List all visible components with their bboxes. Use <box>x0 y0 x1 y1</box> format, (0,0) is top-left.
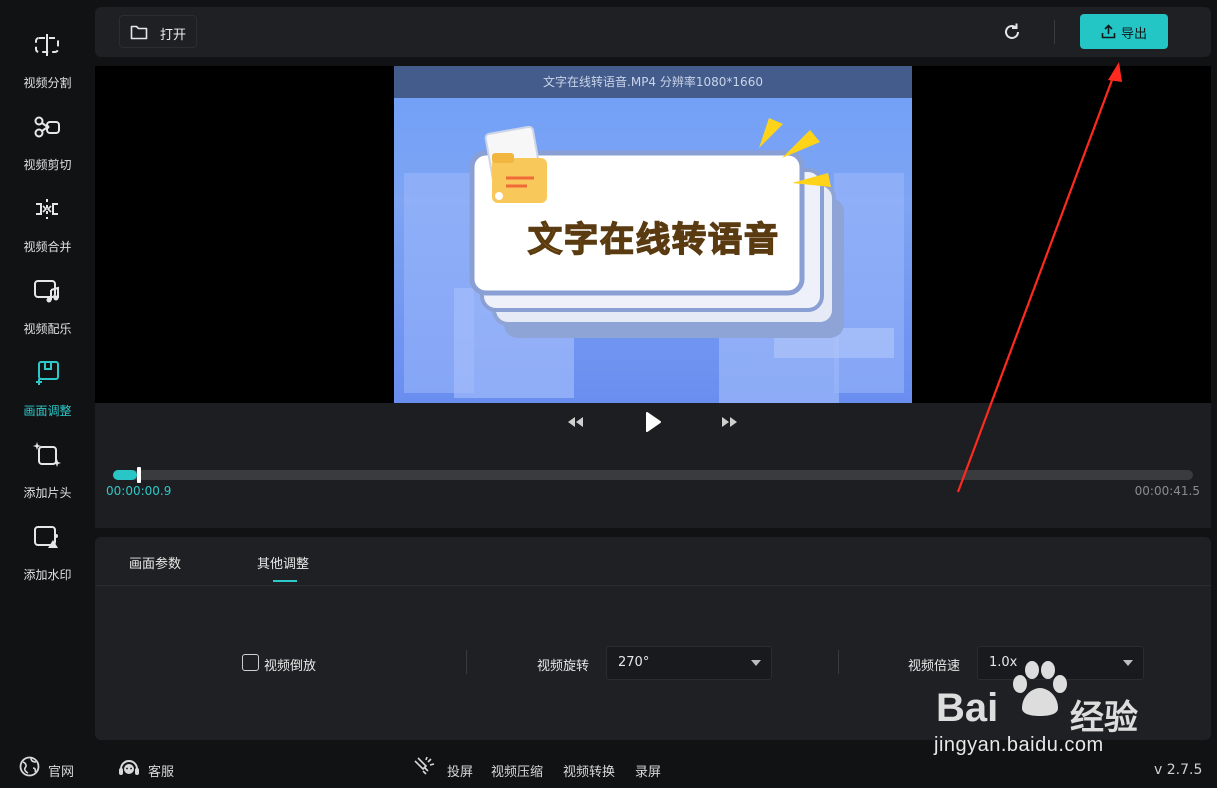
customer-service-link[interactable]: 客服 <box>148 761 174 780</box>
folder-icon <box>130 25 148 40</box>
reverse-label: 视频倒放 <box>264 659 317 674</box>
sidebar-item-label: 视频分割 <box>23 76 72 90</box>
playback-controls <box>95 403 1211 443</box>
open-button-label: 打开 <box>160 28 187 43</box>
reverse-checkbox[interactable] <box>242 654 259 671</box>
upload-icon <box>1101 24 1116 39</box>
total-time: 00:00:41.5 <box>1134 484 1200 498</box>
fast-forward-icon[interactable] <box>721 415 739 429</box>
thumbnail-title: 文字在线转语音 <box>527 219 780 261</box>
speed-label: 视频倍速 <box>908 659 961 674</box>
chevron-down-icon <box>1123 660 1133 666</box>
screen-record-link[interactable]: 录屏 <box>635 761 661 780</box>
refresh-icon[interactable] <box>1001 21 1023 43</box>
crop-icon <box>36 361 59 385</box>
globe-icon[interactable] <box>19 756 40 777</box>
sidebar-item-watermark[interactable]: 添加水印 <box>0 512 95 592</box>
timeline-progress <box>113 470 137 480</box>
video-canvas: 文字在线转语音 文字在线转语音.MP4 分辨率1080*1660 <box>95 66 1211 403</box>
settings-divider <box>466 650 467 674</box>
sidebar-item-intro[interactable]: 添加片头 <box>0 430 95 510</box>
sidebar-item-cut[interactable]: 视频剪切 <box>0 102 95 182</box>
timeline-track[interactable] <box>113 467 1193 483</box>
rotate-value: 270° <box>618 655 650 670</box>
sidebar-item-label: 添加片头 <box>23 486 72 500</box>
current-time: 00:00:00.9 <box>106 484 172 498</box>
play-icon[interactable] <box>644 411 662 433</box>
speed-select[interactable]: 1.0x <box>977 646 1144 680</box>
settings-divider <box>838 650 839 674</box>
active-tab-indicator <box>273 580 297 582</box>
sidebar: 视频分割 视频剪切 视频合并 视频配乐 画面调整 添加片头 添加水印 <box>0 0 95 740</box>
export-button-label: 导出 <box>1121 27 1148 42</box>
speed-value: 1.0x <box>989 655 1018 670</box>
preview-panel: 文字在线转语音 文字在线转语音.MP4 分辨率1080*1660 00:00:0… <box>95 66 1211 528</box>
image-watermark-icon <box>34 526 58 548</box>
video-convert-link[interactable]: 视频转换 <box>563 761 615 780</box>
sidebar-item-label: 画面调整 <box>23 404 72 418</box>
screen-cast-link[interactable]: 投屏 <box>447 761 473 780</box>
toolbar-divider <box>1054 20 1055 44</box>
top-toolbar: 打开 导出 <box>95 7 1211 57</box>
export-button[interactable]: 导出 <box>1080 14 1168 49</box>
chevron-down-icon <box>751 660 761 666</box>
timeline-handle[interactable] <box>137 467 141 483</box>
tab-other-adjust[interactable]: 其他调整 <box>257 553 309 572</box>
tab-picture-params[interactable]: 画面参数 <box>129 553 181 572</box>
sidebar-item-adjust[interactable]: 画面调整 <box>0 348 95 428</box>
video-file-info: 文字在线转语音.MP4 分辨率1080*1660 <box>394 66 912 98</box>
video-frame[interactable]: 文字在线转语音 文字在线转语音.MP4 分辨率1080*1660 <box>394 66 912 403</box>
tab-divider <box>95 585 1211 586</box>
sidebar-item-label: 添加水印 <box>23 568 72 582</box>
sidebar-item-label: 视频配乐 <box>23 322 72 336</box>
cast-icon[interactable] <box>414 756 436 776</box>
sidebar-item-label: 视频剪切 <box>23 158 72 172</box>
open-button[interactable]: 打开 <box>119 15 197 48</box>
scissors-icon <box>34 116 60 138</box>
rewind-icon[interactable] <box>566 415 584 429</box>
sidebar-item-label: 视频合并 <box>23 240 72 254</box>
footer-bar: 官网 客服 投屏 视频压缩 视频转换 录屏 v 2.7.5 <box>0 752 1217 788</box>
music-icon <box>34 280 59 303</box>
merge-icon <box>36 199 58 219</box>
rotate-select[interactable]: 270° <box>606 646 772 680</box>
sparkle-frame-icon <box>33 442 61 467</box>
settings-panel: 画面参数 其他调整 视频倒放 视频旋转 270° 视频倍速 1.0x <box>95 537 1211 740</box>
headset-icon[interactable] <box>117 756 141 780</box>
sidebar-item-music[interactable]: 视频配乐 <box>0 266 95 346</box>
video-compress-link[interactable]: 视频压缩 <box>491 761 543 780</box>
split-icon <box>35 34 59 56</box>
sidebar-item-split[interactable]: 视频分割 <box>0 20 95 100</box>
sidebar-item-merge[interactable]: 视频合并 <box>0 184 95 264</box>
app-window: 视频分割 视频剪切 视频合并 视频配乐 画面调整 添加片头 添加水印 打开 导出… <box>0 0 1217 788</box>
rotate-label: 视频旋转 <box>537 659 590 674</box>
version-label: v 2.7.5 <box>1154 762 1203 778</box>
official-site-link[interactable]: 官网 <box>48 761 74 780</box>
